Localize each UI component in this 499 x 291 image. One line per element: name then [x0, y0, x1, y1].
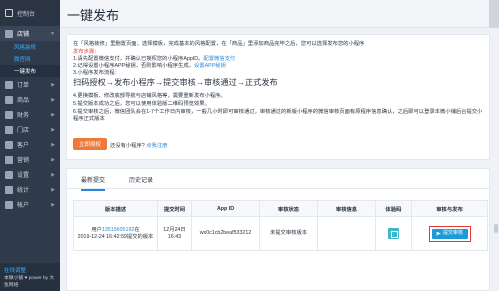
chevron-right-icon: ▶ — [51, 172, 55, 178]
sidebar-item-marketing[interactable]: 营销 ▶ — [0, 152, 60, 167]
chevron-right-icon: ▶ — [51, 82, 55, 88]
set-app-secret-link[interactable]: 设置APP秘钥 — [194, 63, 226, 69]
sidebar-item-account[interactable]: 帐户 ▶ — [0, 197, 60, 212]
tab-latest[interactable]: 最新提交 — [81, 175, 106, 191]
sidebar-footer: 在线调整 本微小铺 ♥ power by 大鱼网络 — [0, 263, 60, 291]
shop-icon — [5, 125, 13, 134]
gear-icon — [5, 170, 13, 179]
col-header-review-info: 审核信息 — [317, 200, 376, 217]
goods-icon — [5, 95, 13, 104]
sidebar-item-stats[interactable]: 统计 ▶ — [0, 182, 60, 197]
note6-text: 6.提交审核之后，微信团队会在1-7个工作日内审核，一般几小时即可审核通过，审核… — [73, 109, 483, 122]
cell-appid: wx0c1cb2beaf533212 — [191, 216, 260, 251]
page-header: 一键发布 — [60, 0, 499, 28]
user-phone-link[interactable]: 13515605192 — [102, 227, 134, 233]
step3-text: 3.小程序发布流程： — [73, 70, 120, 76]
note5-text: 5.提交版本成功之后，您可以使用体验版二维码预览效果。 — [73, 101, 210, 107]
sidebar-item-customers[interactable]: 客户 ▶ — [0, 137, 60, 152]
sidebar-item-dashboard[interactable]: 控制台 — [0, 0, 60, 26]
cell-review-status: 未提交审核版本 — [259, 216, 318, 251]
col-header-review-publish: 审核与发布 — [411, 200, 488, 217]
chevron-down-icon: ▼ — [50, 31, 55, 37]
sidebar-subitem-microsite[interactable]: 微官网 — [0, 53, 60, 65]
cell-description: 用户13515605192在 2019-12-24 16:42:59提交的版本 — [73, 216, 158, 251]
page-title: 一键发布 — [67, 8, 120, 23]
qr-code-icon[interactable] — [388, 228, 399, 239]
intro-text: 在「风格装修」里删置页面，选择模板，完成基本的风格配置，在「商品」里添加商品完毕… — [73, 41, 365, 47]
chevron-right-icon: ▶ — [51, 157, 55, 163]
note4-text: 4.更换模板、修改底部导航与店铺风格等，需要重新发布小程序。 — [73, 93, 226, 99]
process-label: 发布步骤： — [73, 49, 100, 55]
sidebar: 控制台 店铺 ▼ 风格装修 微官网 一键发布 订单 ▶ 商品 ▶ 财务 ▶ 门店 ▶ 客… — [0, 0, 60, 291]
cell-submit-time: 12月24日 16:43 — [157, 216, 192, 251]
tab-bar: 最新提交 历史记录 — [67, 169, 489, 191]
col-header-submit-time: 提交时间 — [157, 200, 192, 217]
chevron-right-icon: ▶ — [51, 187, 55, 193]
chevron-right-icon: ▶ — [51, 127, 55, 133]
step1-text: 1.请先配置微信支付，并确认已授权您的小程序AppID。配置微信支付 — [73, 56, 236, 62]
sidebar-item-finance[interactable]: 财务 ▶ — [0, 107, 60, 122]
table-header-row: 版本描述 提交时间 App ID 审核状态 审核信息 体验码 审核与发布 — [73, 200, 488, 217]
marketing-icon — [5, 155, 13, 164]
submit-review-highlight: 提交审核 — [428, 225, 471, 242]
store-icon — [5, 29, 13, 38]
user-icon — [5, 140, 13, 149]
page-scrollbar[interactable] — [493, 28, 499, 291]
dashboard-icon — [5, 9, 13, 17]
publish-info-panel: 在「风格装修」里删置页面，选择模板，完成基本的风格配置，在「商品」里添加商品完毕… — [66, 34, 490, 160]
versions-panel: 最新提交 历史记录 版本描述 提交时间 App ID 审核状态 审核信息 体验码… — [66, 168, 490, 291]
chevron-right-icon: ▶ — [51, 112, 55, 118]
version-table: 版本描述 提交时间 App ID 审核状态 审核信息 体验码 审核与发布 用户1… — [73, 200, 488, 251]
chevron-right-icon: ▶ — [51, 97, 55, 103]
cell-preview-code — [375, 216, 412, 251]
col-header-preview-code: 体验码 — [375, 200, 412, 217]
col-header-appid: App ID — [191, 200, 260, 217]
sidebar-item-goods[interactable]: 商品 ▶ — [0, 92, 60, 107]
col-header-review-status: 审核状态 — [259, 200, 318, 217]
submit-review-button[interactable]: 提交审核 — [431, 228, 468, 239]
col-header-description: 版本描述 — [73, 200, 158, 217]
cell-review-publish: 提交审核 — [411, 216, 488, 251]
chevron-right-icon: ▶ — [51, 202, 55, 208]
sidebar-subitem-style[interactable]: 风格装修 — [0, 41, 60, 53]
send-icon — [435, 231, 441, 236]
sidebar-item-store[interactable]: 店铺 ▼ — [0, 26, 60, 41]
no-mini-program-text: 还没有小程序? 点我注册 — [110, 143, 168, 149]
chart-icon — [5, 185, 13, 194]
sidebar-item-settings[interactable]: 设置 ▶ — [0, 167, 60, 182]
tab-history[interactable]: 历史记录 — [129, 175, 153, 184]
sidebar-item-orders[interactable]: 订单 ▶ — [0, 77, 60, 92]
configure-wechat-pay-link[interactable]: 配置微信支付 — [203, 56, 235, 62]
finance-icon — [5, 110, 13, 119]
cell-review-info — [317, 216, 376, 251]
powered-by-text: 本微小铺 ♥ power by 大鱼网络 — [4, 276, 55, 288]
online-adjust-link[interactable]: 在线调整 — [4, 266, 56, 274]
header-edge — [489, 0, 499, 28]
chevron-right-icon: ▶ — [51, 142, 55, 148]
register-link[interactable]: 点我注册 — [146, 143, 167, 149]
scroll-thumb[interactable] — [494, 224, 498, 233]
order-icon — [5, 80, 13, 89]
publish-flow: 扫码授权→发布小程序→提交审核→审核通过→正式发布 — [73, 78, 278, 87]
sidebar-item-stores[interactable]: 门店 ▶ — [0, 122, 60, 137]
account-icon — [5, 200, 13, 209]
step2-text: 2.记得设置小程序APP秘钥，否则影响小程序生成，设置APP秘钥 — [73, 63, 226, 69]
sidebar-subitem-publish[interactable]: 一键发布 — [0, 65, 60, 77]
authorize-button[interactable]: 立即授权 — [73, 138, 107, 150]
table-row: 用户13515605192在 2019-12-24 16:42:59提交的版本 … — [73, 216, 488, 251]
